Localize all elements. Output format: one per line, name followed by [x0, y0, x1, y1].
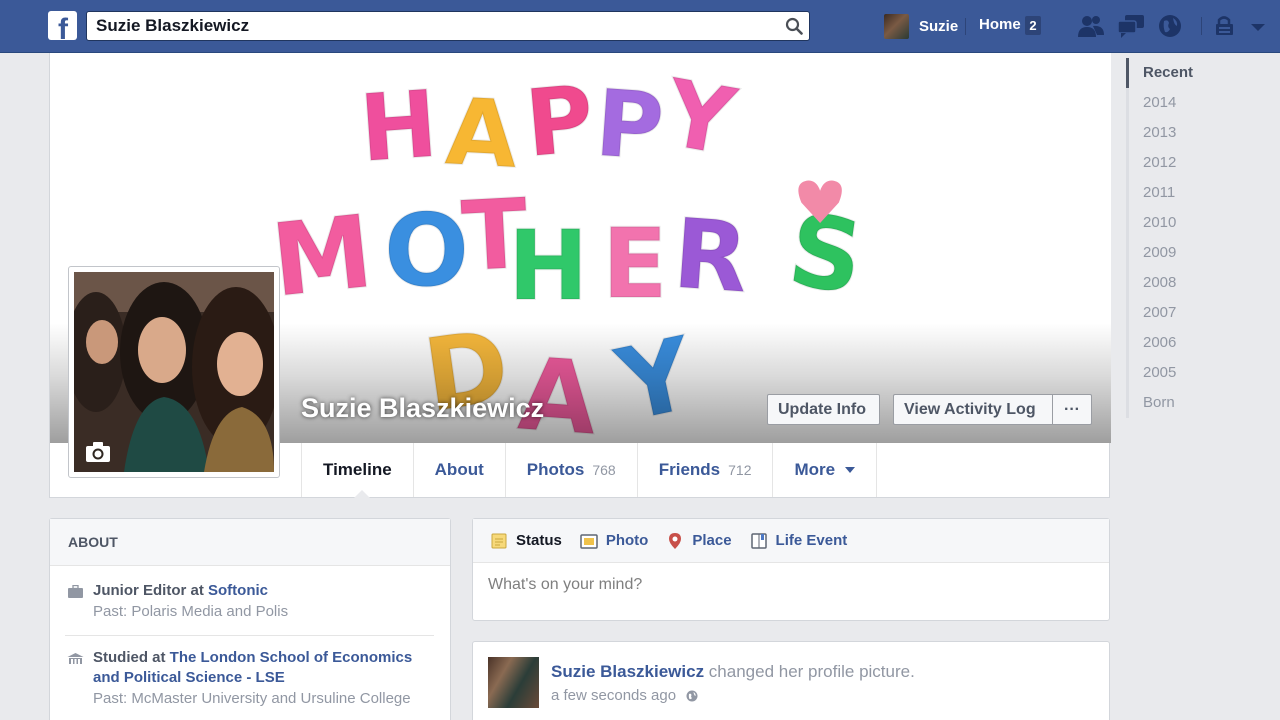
- year-item[interactable]: 2011: [1126, 178, 1246, 208]
- search-icon[interactable]: [785, 17, 803, 35]
- year-item[interactable]: 2007: [1126, 298, 1246, 328]
- profile-header: H A P P Y M O T H E R S D A Y Suzie Blas…: [49, 53, 1111, 498]
- tab-more[interactable]: More: [772, 443, 878, 497]
- composer-tab-status[interactable]: Status: [490, 532, 562, 550]
- top-bar: f Suzie Home 2: [0, 0, 1280, 53]
- composer-tab-photo[interactable]: Photo: [580, 532, 649, 550]
- view-activity-log-button[interactable]: View Activity Log: [893, 394, 1053, 425]
- divider: [965, 18, 966, 35]
- year-item[interactable]: 2010: [1126, 208, 1246, 238]
- cover-letter: M: [267, 193, 378, 320]
- user-name: Suzie: [919, 17, 959, 35]
- year-item-born[interactable]: Born: [1126, 388, 1246, 418]
- composer-tabs: Status Photo Place Life Event: [473, 519, 1109, 563]
- life-event-book-icon: [750, 532, 767, 549]
- composer-tab-label: Place: [692, 532, 732, 549]
- year-item[interactable]: 2006: [1126, 328, 1246, 358]
- education-title: Studied at The London School of Economic…: [93, 648, 434, 688]
- divider: [65, 635, 434, 636]
- avatar[interactable]: [488, 657, 539, 708]
- composer-tab-label: Life Event: [775, 532, 848, 549]
- cover-letter: A: [443, 78, 520, 189]
- year-item[interactable]: 2009: [1126, 238, 1246, 268]
- friends-count: 712: [728, 462, 752, 478]
- more-options-button[interactable]: ···: [1052, 394, 1092, 425]
- story-action: changed her profile picture.: [704, 662, 915, 681]
- work-title: Junior Editor at Softonic: [93, 581, 434, 601]
- composer-tab-label: Photo: [605, 532, 649, 549]
- status-pencil-icon: [491, 533, 507, 548]
- photo-icon: [580, 533, 598, 549]
- photos-count: 768: [592, 462, 616, 478]
- place-pin-icon: [669, 532, 682, 549]
- facebook-logo-icon[interactable]: f: [48, 11, 77, 40]
- tab-label: Photos: [526, 460, 585, 479]
- profile-name[interactable]: Suzie Blaszkiewicz: [301, 393, 544, 424]
- year-item[interactable]: 2012: [1126, 148, 1246, 178]
- story-time-text[interactable]: a few seconds ago: [551, 687, 676, 704]
- year-item[interactable]: 2014: [1126, 88, 1246, 118]
- search-input[interactable]: [87, 12, 767, 40]
- story-headline: Suzie Blaszkiewicz changed her profile p…: [551, 662, 915, 682]
- timeline-year-nav: Recent 2014 2013 2012 2011 2010 2009 200…: [1126, 58, 1246, 418]
- home-count-badge: 2: [1025, 16, 1041, 35]
- tab-friends[interactable]: Friends 712: [636, 443, 773, 497]
- cover-letter: P: [592, 70, 667, 181]
- composer-tab-life-event[interactable]: Life Event: [750, 532, 848, 550]
- cover-letter: H: [357, 71, 441, 183]
- year-item-recent[interactable]: Recent: [1126, 58, 1246, 88]
- tab-timeline[interactable]: Timeline: [301, 443, 413, 498]
- tab-label: More: [794, 460, 836, 479]
- feed-story: Suzie Blaszkiewicz changed her profile p…: [472, 641, 1110, 720]
- privacy-shortcuts-lock-icon[interactable]: [1213, 13, 1241, 39]
- messages-icon[interactable]: [1117, 13, 1145, 39]
- cover-letter: E: [602, 208, 668, 320]
- year-item[interactable]: 2013: [1126, 118, 1246, 148]
- caret-down-icon: [845, 467, 856, 473]
- status-composer: Status Photo Place Life Event: [472, 518, 1110, 621]
- status-input[interactable]: [488, 576, 1088, 594]
- account-menu-chevron-down-icon[interactable]: [1247, 13, 1269, 39]
- story-timestamp: a few seconds ago: [551, 687, 698, 704]
- cover-letter: H: [508, 210, 588, 322]
- work-link[interactable]: Softonic: [208, 582, 268, 599]
- cover-letter: Y: [657, 59, 744, 176]
- about-box: ABOUT Junior Editor at Softonic Past: Po…: [49, 518, 451, 720]
- home-link[interactable]: Home: [979, 16, 1021, 33]
- update-info-button[interactable]: Update Info: [767, 394, 880, 425]
- composer-tab-place[interactable]: Place: [666, 532, 732, 550]
- cover-letter: R: [670, 198, 752, 315]
- year-item[interactable]: 2005: [1126, 358, 1246, 388]
- work-past: Past: Polaris Media and Polis: [93, 603, 289, 620]
- tab-photos[interactable]: Photos 768: [504, 443, 637, 497]
- friend-requests-icon[interactable]: [1077, 13, 1105, 39]
- avatar: [884, 13, 909, 39]
- public-globe-icon[interactable]: [686, 690, 698, 702]
- about-heading[interactable]: ABOUT: [50, 519, 450, 566]
- profile-tabs: Timeline About Photos 768 Friends 712 More: [301, 443, 878, 498]
- education-prefix: Studied at: [93, 649, 170, 666]
- profile-link[interactable]: Suzie: [884, 13, 958, 39]
- notifications-globe-icon[interactable]: [1156, 13, 1184, 39]
- year-item[interactable]: 2008: [1126, 268, 1246, 298]
- school-icon: [67, 653, 84, 664]
- tab-label: Timeline: [323, 460, 392, 479]
- cover-letter: P: [521, 65, 598, 177]
- profile-picture[interactable]: [68, 266, 280, 478]
- work-prefix: Junior Editor at: [93, 582, 209, 599]
- search-box: [86, 11, 810, 41]
- briefcase-icon: [68, 585, 83, 598]
- tab-label: Friends: [658, 460, 721, 479]
- story-author-link[interactable]: Suzie Blaszkiewicz: [551, 662, 704, 681]
- composer-tab-label: Status: [516, 532, 562, 549]
- divider: [1200, 13, 1204, 39]
- about-education-item: Studied at The London School of Economic…: [50, 648, 450, 710]
- camera-icon[interactable]: [85, 441, 111, 463]
- tab-about[interactable]: About: [412, 443, 505, 497]
- active-tab-pointer: [354, 490, 370, 498]
- tab-label: About: [434, 460, 484, 479]
- cover-letter: O: [384, 192, 469, 309]
- education-past: Past: McMaster University and Ursuline C…: [93, 690, 411, 707]
- about-work-item: Junior Editor at Softonic Past: Polaris …: [50, 581, 450, 623]
